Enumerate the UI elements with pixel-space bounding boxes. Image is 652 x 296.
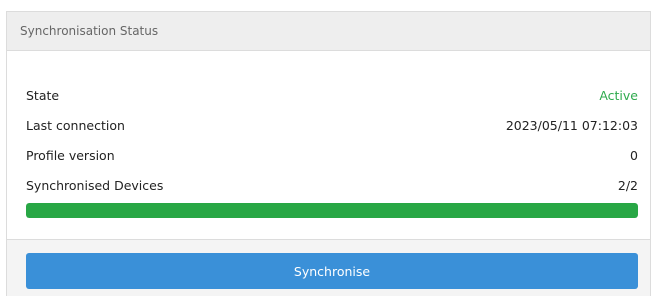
panel-header: Synchronisation Status bbox=[7, 11, 650, 51]
state-value: Active bbox=[599, 87, 638, 103]
state-label: State bbox=[26, 87, 60, 103]
status-row-synchronised-devices: Synchronised Devices 2/2 bbox=[26, 170, 638, 200]
profile-version-value: 0 bbox=[630, 147, 638, 163]
panel-footer: Synchronise bbox=[7, 239, 650, 296]
synchronise-button[interactable]: Synchronise bbox=[26, 253, 638, 289]
panel-body: State Active Last connection 2023/05/11 … bbox=[7, 51, 650, 218]
synchronised-devices-value: 2/2 bbox=[617, 177, 638, 193]
status-row-last-connection: Last connection 2023/05/11 07:12:03 bbox=[26, 110, 638, 140]
sync-progress-fill bbox=[26, 203, 638, 218]
panel-title: Synchronisation Status bbox=[20, 24, 159, 38]
profile-version-label: Profile version bbox=[26, 147, 115, 163]
status-row-state: State Active bbox=[26, 80, 638, 110]
synchronised-devices-label: Synchronised Devices bbox=[26, 177, 164, 193]
last-connection-value: 2023/05/11 07:12:03 bbox=[505, 117, 638, 133]
last-connection-label: Last connection bbox=[26, 117, 125, 133]
status-row-profile-version: Profile version 0 bbox=[26, 140, 638, 170]
sync-status-panel: Synchronisation Status State Active Last… bbox=[6, 11, 651, 296]
sync-progress-bar bbox=[26, 203, 638, 218]
